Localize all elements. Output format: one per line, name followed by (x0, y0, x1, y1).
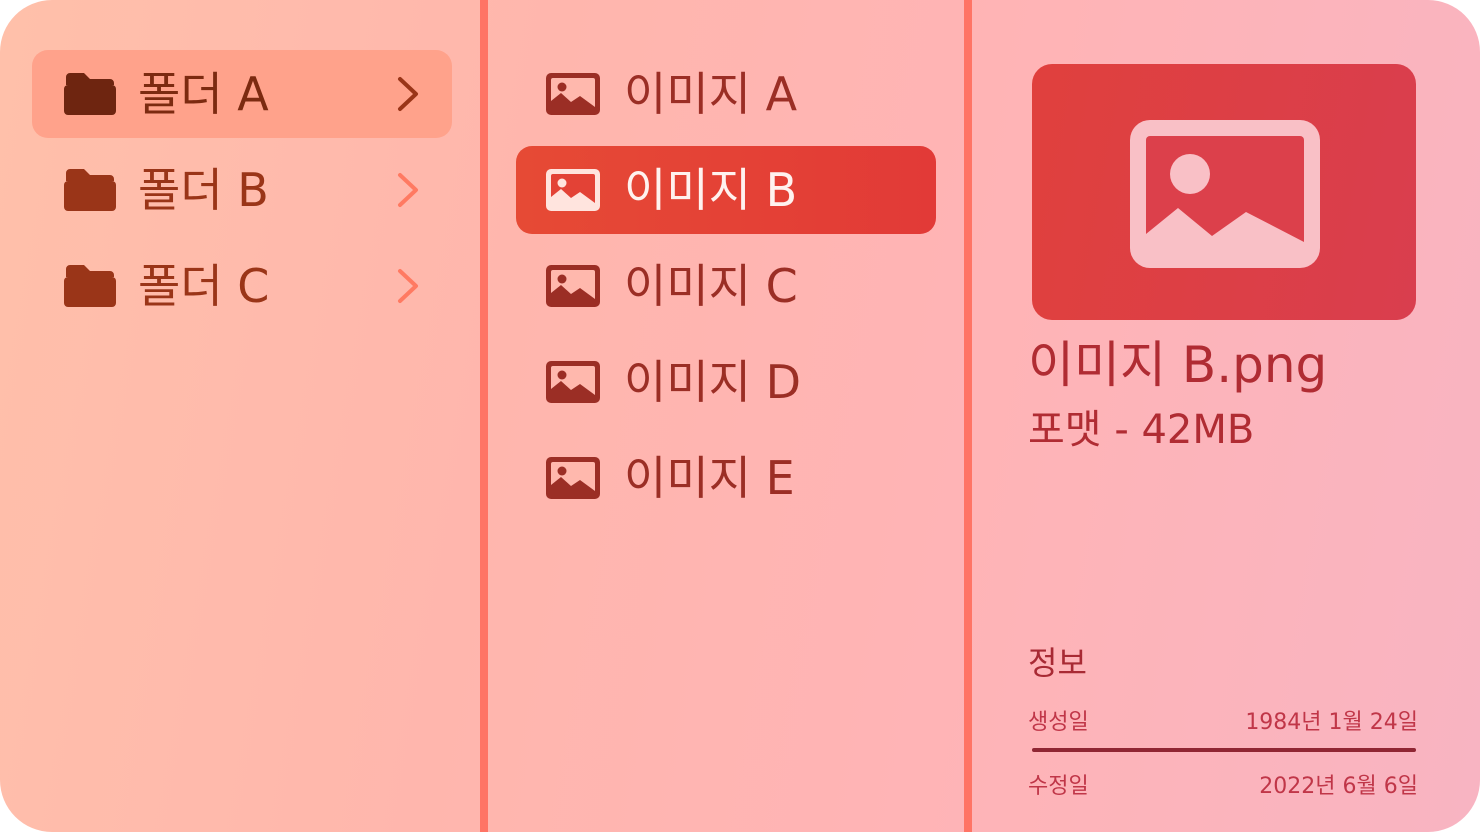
folder-icon (64, 73, 116, 115)
info-divider (1032, 748, 1416, 752)
file-name: 이미지 B.png (1028, 336, 1328, 394)
info-key: 수정일 (1028, 774, 1089, 799)
info-value: 1984년 1월 24일 (1245, 710, 1418, 735)
file-browser-window: 폴더 A 폴더 B 폴더 C 이미지 A 이미지 B 이미지 C 이미지 D 이… (0, 0, 1480, 832)
chevron-right-icon (398, 77, 418, 111)
image-preview (1032, 64, 1416, 320)
info-value: 2022년 6월 6일 (1259, 774, 1418, 799)
info-heading: 정보 (1028, 644, 1087, 682)
image-label: 이미지 B (624, 163, 798, 217)
folder-label: 폴더 B (138, 163, 269, 217)
image-item-a[interactable]: 이미지 A (516, 50, 936, 138)
detail-panel: 이미지 B.png 포맷 - 42MB 정보 생성일 1984년 1월 24일 … (972, 0, 1480, 832)
folder-column: 폴더 A 폴더 B 폴더 C (0, 0, 480, 832)
image-icon (546, 457, 600, 499)
image-item-d[interactable]: 이미지 D (516, 338, 936, 426)
file-meta: 포맷 - 42MB (1028, 407, 1255, 453)
image-icon (546, 361, 600, 403)
image-icon (546, 169, 600, 211)
folder-icon (64, 265, 116, 307)
image-label: 이미지 C (624, 259, 798, 313)
image-icon (546, 73, 600, 115)
folder-item-b[interactable]: 폴더 B (32, 146, 452, 234)
column-divider[interactable] (964, 0, 972, 832)
info-row-created: 생성일 1984년 1월 24일 (1028, 704, 1418, 736)
image-placeholder-icon (1130, 120, 1320, 268)
folder-icon (64, 169, 116, 211)
info-key: 생성일 (1028, 710, 1089, 735)
folder-label: 폴더 C (138, 259, 270, 313)
chevron-right-icon (398, 269, 418, 303)
column-divider[interactable] (480, 0, 488, 832)
image-item-b[interactable]: 이미지 B (516, 146, 936, 234)
image-label: 이미지 D (624, 355, 802, 409)
image-icon (546, 265, 600, 307)
folder-item-c[interactable]: 폴더 C (32, 242, 452, 330)
folder-item-a[interactable]: 폴더 A (32, 50, 452, 138)
image-label: 이미지 E (624, 451, 795, 505)
image-label: 이미지 A (624, 67, 798, 121)
image-item-c[interactable]: 이미지 C (516, 242, 936, 330)
info-row-modified: 수정일 2022년 6월 6일 (1028, 768, 1418, 800)
image-item-e[interactable]: 이미지 E (516, 434, 936, 522)
image-column: 이미지 A 이미지 B 이미지 C 이미지 D 이미지 E (488, 0, 964, 832)
folder-label: 폴더 A (138, 67, 269, 121)
chevron-right-icon (398, 173, 418, 207)
